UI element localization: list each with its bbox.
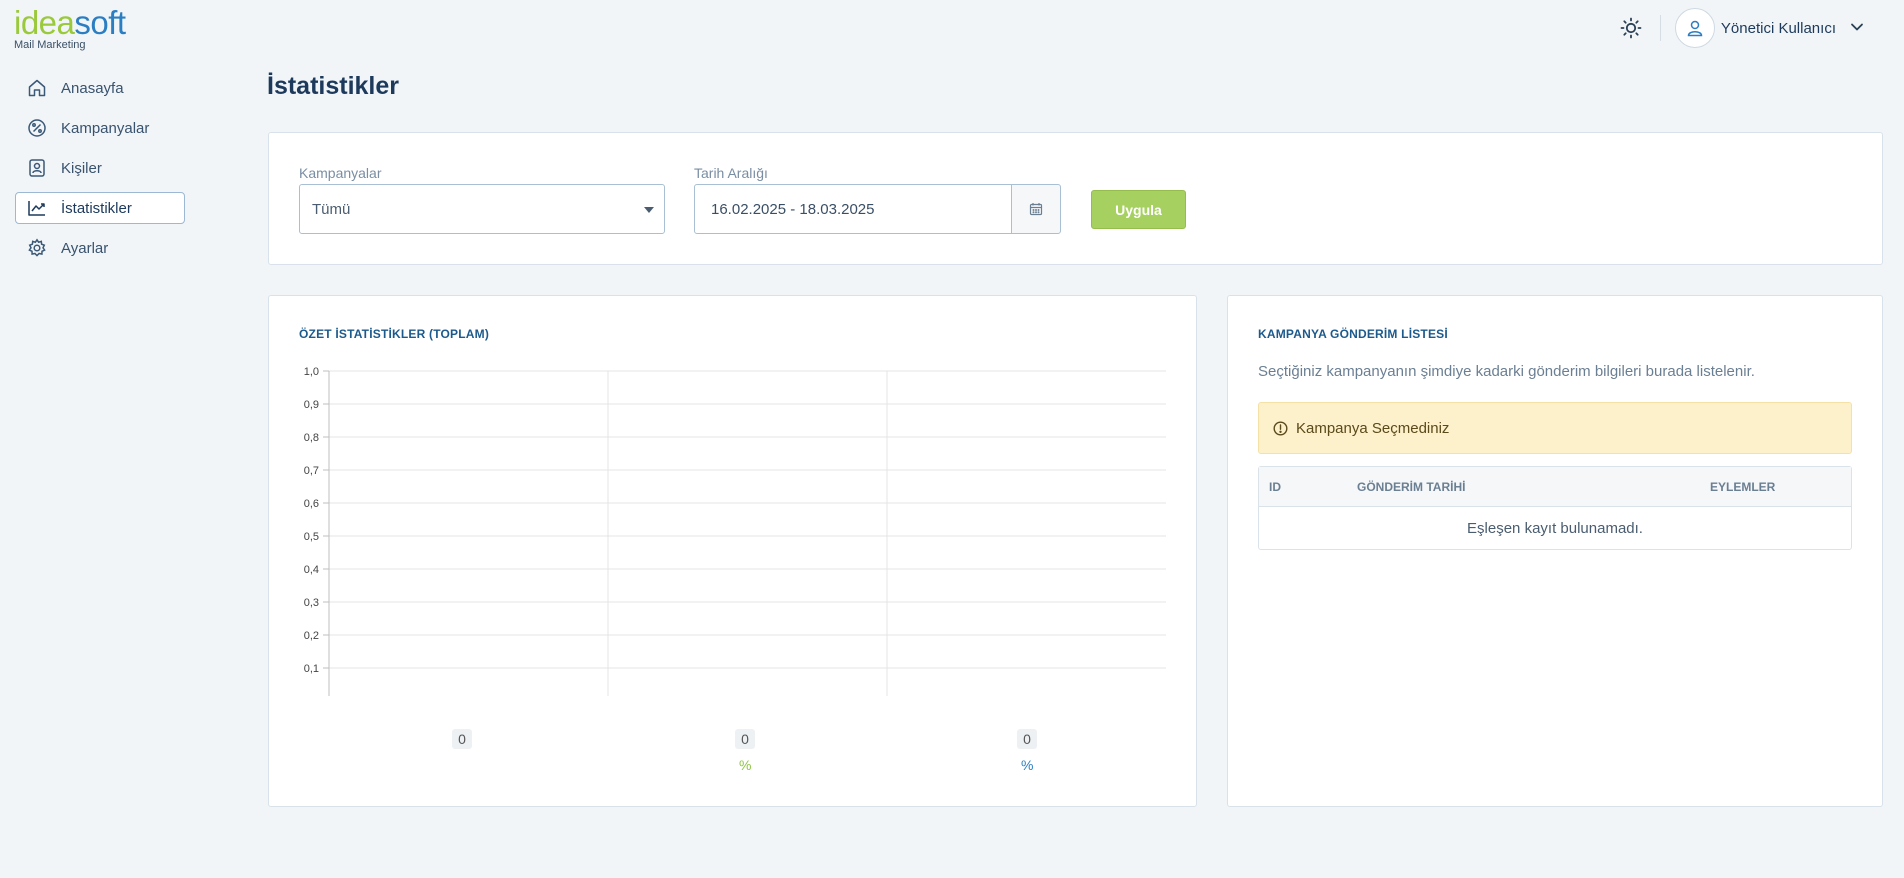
send-list-table: ID GÖNDERİM TARİHİ EYLEMLER Eşleşen kayı… — [1258, 466, 1852, 550]
clicks-percent: % — [1021, 757, 1034, 773]
summary-stats-card: ÖZET İSTATİSTİKLER (TOPLAM) 00,10,20,30,… — [268, 295, 1197, 807]
brand-logo[interactable]: ideasoft Mail Marketing — [14, 6, 126, 52]
y-tick-label: 0,2 — [304, 630, 319, 642]
logo-soft: soft — [74, 4, 126, 41]
sidebar-item-label: İstatistikler — [61, 199, 132, 217]
send-list-description: Seçtiğiniz kampanyanın şimdiye kadarki g… — [1258, 363, 1755, 380]
date-range-label: Tarih Aralığı — [694, 165, 768, 181]
opened-percent: % — [739, 757, 752, 773]
y-tick-label: 0,8 — [304, 432, 319, 444]
y-tick-label: 0,7 — [304, 465, 319, 477]
sidebar-item-kampanyalar[interactable]: Kampanyalar — [15, 112, 185, 144]
sun-icon[interactable] — [1618, 15, 1644, 41]
sidebar-item-label: Anasayfa — [61, 79, 124, 97]
alert-text: Kampanya Seçmediniz — [1296, 419, 1450, 437]
home-icon — [26, 77, 48, 99]
topbar-divider — [1659, 15, 1661, 41]
filter-card: Kampanyalar Tümü Tarih Aralığı 16.02.202… — [268, 132, 1883, 265]
calendar-button[interactable] — [1011, 184, 1061, 234]
campaigns-label: Kampanyalar — [299, 165, 382, 181]
apply-button[interactable]: Uygula — [1091, 190, 1186, 229]
page-title: İstatistikler — [267, 72, 400, 100]
sidebar-item-label: Ayarlar — [61, 239, 109, 257]
empty-message: Eşleşen kayıt bulunamadı. — [1467, 519, 1643, 537]
y-tick-label: 0,3 — [304, 597, 319, 609]
date-range-input[interactable]: 16.02.2025 - 18.03.2025 — [694, 184, 1012, 234]
no-campaign-alert: Kampanya Seçmediniz — [1258, 402, 1852, 454]
warning-circle-icon — [1273, 420, 1288, 436]
summary-chart: 00,10,20,30,40,50,60,70,80,91,0İletilen … — [304, 366, 1166, 696]
user-name[interactable]: Yönetici Kullanıcı — [1721, 20, 1836, 37]
logo-idea: idea — [14, 4, 75, 41]
caret-down-icon — [644, 207, 654, 213]
table-empty-row: Eşleşen kayıt bulunamadı. — [1259, 507, 1851, 549]
user-icon[interactable] — [1674, 8, 1715, 48]
y-tick-label: 0,1 — [304, 663, 319, 675]
y-tick-label: 0,9 — [304, 399, 319, 411]
logo-wordmark: ideasoft — [14, 6, 126, 40]
send-list-title: KAMPANYA GÖNDERİM LİSTESİ — [1258, 327, 1448, 341]
col-actions: EYLEMLER — [1710, 480, 1776, 494]
y-tick-label: 0,6 — [304, 498, 319, 510]
sidebar-item-istatistikler[interactable]: İstatistikler — [15, 192, 185, 224]
topbar-user-area: Yönetici Kullanıcı — [1618, 8, 1904, 48]
delivered-count: 0 — [452, 729, 472, 749]
y-tick-label: 0,5 — [304, 531, 319, 543]
y-tick-label: 0,4 — [304, 564, 319, 576]
campaigns-select-value: Tümü — [312, 200, 351, 218]
sidebar-item-label: Kişiler — [61, 159, 102, 177]
calendar-icon — [1029, 202, 1043, 216]
gear-icon — [26, 237, 48, 259]
col-id[interactable]: ID — [1269, 480, 1281, 494]
clicks-count: 0 — [1017, 729, 1037, 749]
chevron-down-icon[interactable] — [1850, 19, 1868, 37]
sidebar-item-ayarlar[interactable]: Ayarlar — [15, 232, 185, 264]
date-range-value: 16.02.2025 - 18.03.2025 — [711, 200, 875, 218]
campaigns-select[interactable]: Tümü — [299, 184, 665, 234]
trend-chart-icon — [26, 197, 48, 219]
sidebar-item-anasayfa[interactable]: Anasayfa — [15, 72, 185, 104]
campaign-send-list-card: KAMPANYA GÖNDERİM LİSTESİ Seçtiğiniz kam… — [1227, 295, 1883, 807]
opened-count: 0 — [735, 729, 755, 749]
sidebar-item-label: Kampanyalar — [61, 119, 150, 137]
y-tick-label: 1,0 — [304, 366, 319, 378]
contact-card-icon — [26, 157, 48, 179]
table-header: ID GÖNDERİM TARİHİ EYLEMLER — [1259, 467, 1851, 507]
sidebar: Anasayfa Kampanyalar Kişiler İstatistikl… — [15, 72, 185, 272]
col-send-date[interactable]: GÖNDERİM TARİHİ — [1357, 480, 1465, 494]
percent-badge-icon — [26, 117, 48, 139]
sidebar-item-kisiler[interactable]: Kişiler — [15, 152, 185, 184]
